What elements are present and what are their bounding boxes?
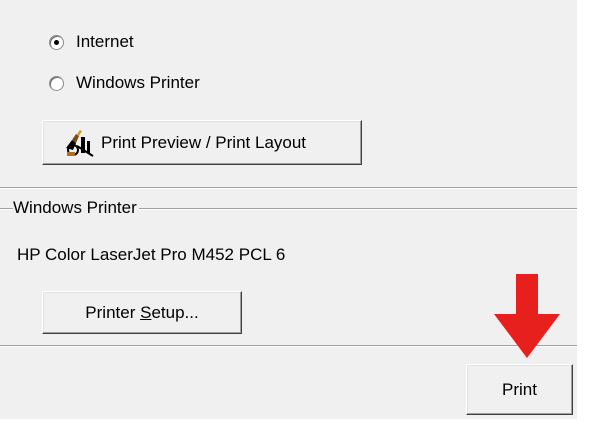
section-divider bbox=[0, 187, 577, 189]
windows-printer-radio-button[interactable] bbox=[49, 75, 64, 91]
window-edge-right bbox=[577, 0, 589, 427]
red-arrow-down-icon bbox=[494, 274, 560, 358]
window-edge-bottom bbox=[0, 419, 589, 427]
selected-printer-name: HP Color LaserJet Pro M452 PCL 6 bbox=[17, 245, 286, 264]
print-preview-button[interactable]: Print Preview / Print Layout bbox=[42, 120, 362, 165]
print-options-panel: Internet Windows Printer Print Preview /… bbox=[0, 0, 589, 427]
windows-printer-group-title: Windows Printer bbox=[13, 198, 139, 218]
print-button[interactable]: Print bbox=[466, 364, 573, 415]
print-preview-icon bbox=[66, 129, 94, 157]
internet-radio-option[interactable]: Internet bbox=[49, 31, 134, 53]
radio-selected-dot bbox=[54, 39, 59, 45]
print-preview-button-label: Print Preview / Print Layout bbox=[101, 132, 307, 152]
internet-radio-label: Internet bbox=[76, 32, 134, 51]
printer-setup-button-label: Printer Setup... bbox=[85, 302, 199, 322]
print-button-label: Print bbox=[502, 379, 537, 399]
windows-printer-radio-label: Windows Printer bbox=[76, 73, 200, 92]
internet-radio-button[interactable] bbox=[49, 34, 64, 50]
printer-setup-button[interactable]: Printer Setup... bbox=[42, 291, 242, 334]
footer-divider bbox=[0, 345, 577, 347]
windows-printer-radio-option[interactable]: Windows Printer bbox=[49, 72, 200, 94]
